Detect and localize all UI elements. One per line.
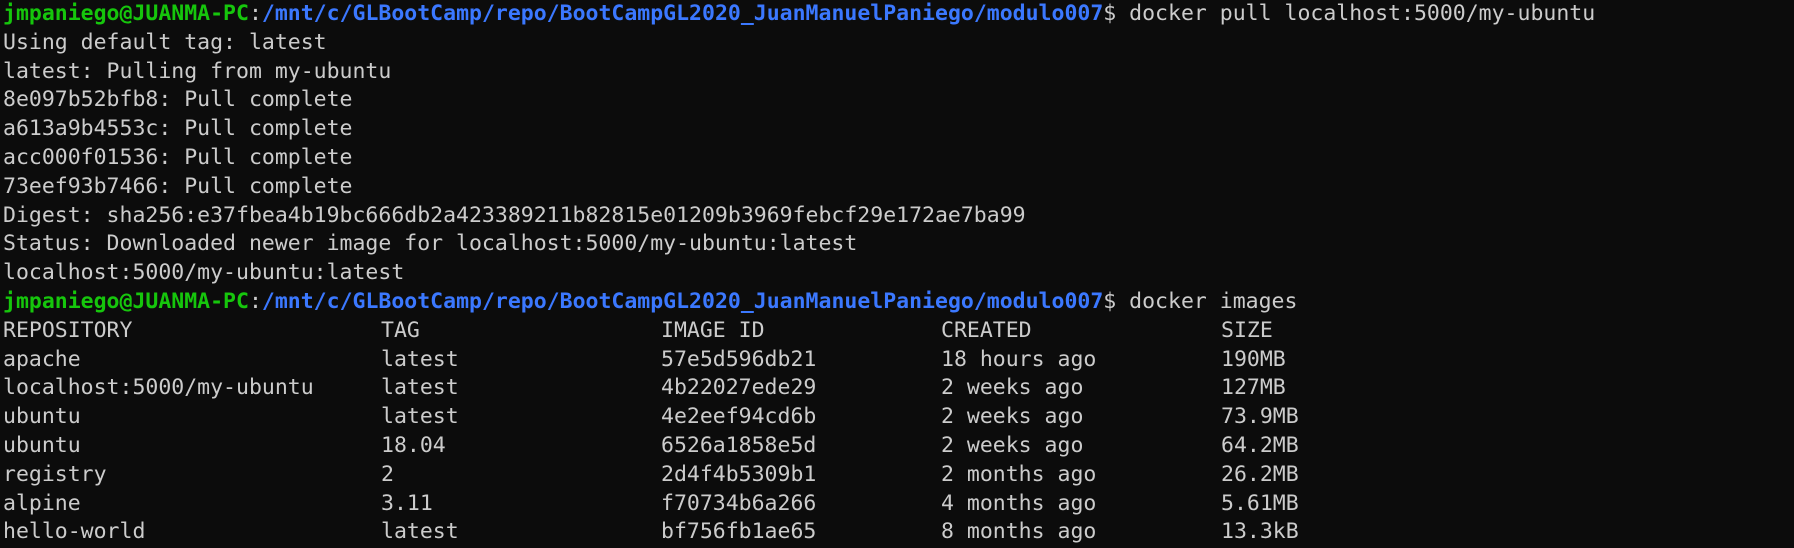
prompt-line: jmpaniego@JUANMA-PC:/mnt/c/GLBootCamp/re… xyxy=(3,288,1794,317)
cell-size: 5.61MB xyxy=(1221,490,1299,516)
images-table-header: REPOSITORY TAG IMAGE ID CREATED SIZE xyxy=(3,317,1794,346)
cell-repository: localhost:5000/my-ubuntu xyxy=(3,375,314,401)
cell-repository: ubuntu xyxy=(3,404,81,430)
table-row: hello-world latest bf756fb1ae65 8 months… xyxy=(3,518,1794,547)
header-size: SIZE xyxy=(1221,317,1273,343)
cell-created: 8 months ago xyxy=(941,519,1097,545)
header-created: CREATED xyxy=(941,317,1032,343)
header-tag: TAG xyxy=(381,317,420,343)
table-row: apache latest 57e5d596db21 18 hours ago … xyxy=(3,346,1794,375)
cell-tag: 2 xyxy=(381,461,394,487)
cell-tag: 3.11 xyxy=(381,490,433,516)
cell-created: 4 months ago xyxy=(941,490,1097,516)
table-row: ubuntu latest 4e2eef94cd6b 2 weeks ago 7… xyxy=(3,403,1794,432)
header-repository: REPOSITORY xyxy=(3,317,133,343)
prompt-user: jmpaniego@JUANMA-PC xyxy=(3,1,249,26)
cell-created: 18 hours ago xyxy=(941,346,1097,372)
output-line: acc000f01536: Pull complete xyxy=(3,144,353,170)
cell-image-id: bf756fb1ae65 xyxy=(661,519,817,545)
output-line: 73eef93b7466: Pull complete xyxy=(3,173,353,199)
table-row: alpine 3.11 f70734b6a266 4 months ago 5.… xyxy=(3,490,1794,519)
terminal-window[interactable]: jmpaniego@JUANMA-PC:/mnt/c/GLBootCamp/re… xyxy=(0,0,1794,548)
output-line: Using default tag: latest xyxy=(3,29,327,55)
prompt-path: /mnt/c/GLBootCamp/repo/BootCampGL2020_Ju… xyxy=(261,288,1104,314)
cell-size: 190MB xyxy=(1221,346,1286,372)
cell-image-id: 4b22027ede29 xyxy=(661,375,817,401)
cell-size: 73.9MB xyxy=(1221,404,1299,430)
output-line: Digest: sha256:e37fbea4b19bc666db2a42338… xyxy=(3,202,1026,228)
cell-tag: latest xyxy=(381,375,459,401)
command-text: docker pull localhost:5000/my-ubuntu xyxy=(1129,1,1596,26)
cell-tag: latest xyxy=(381,519,459,545)
output-line: Status: Downloaded newer image for local… xyxy=(3,231,858,257)
cell-size: 26.2MB xyxy=(1221,461,1299,487)
header-image-id: IMAGE ID xyxy=(661,317,765,343)
cell-image-id: f70734b6a266 xyxy=(661,490,817,516)
cell-tag: latest xyxy=(381,404,459,430)
prompt-symbol: $ xyxy=(1103,288,1130,314)
cell-size: 127MB xyxy=(1221,375,1286,401)
command-text: docker images xyxy=(1129,288,1298,314)
cell-repository: apache xyxy=(3,346,81,372)
cell-created: 2 weeks ago xyxy=(941,375,1084,401)
prompt-path: /mnt/c/GLBootCamp/repo/BootCampGL2020_Ju… xyxy=(261,1,1104,26)
table-row: localhost:5000/my-ubuntu latest 4b22027e… xyxy=(3,374,1794,403)
output-line: a613a9b4553c: Pull complete xyxy=(3,116,353,142)
prompt-separator: : xyxy=(248,288,262,314)
cell-size: 64.2MB xyxy=(1221,432,1299,458)
cell-image-id: 6526a1858e5d xyxy=(661,432,817,458)
cell-repository: ubuntu xyxy=(3,432,81,458)
output-line: localhost:5000/my-ubuntu:latest xyxy=(3,260,405,286)
cell-image-id: 4e2eef94cd6b xyxy=(661,404,817,430)
cell-image-id: 2d4f4b5309b1 xyxy=(661,461,817,487)
cell-repository: registry xyxy=(3,461,107,487)
prompt-separator: : xyxy=(248,1,262,26)
prompt-line: jmpaniego@JUANMA-PC:/mnt/c/GLBootCamp/re… xyxy=(3,0,1794,29)
cell-repository: hello-world xyxy=(3,519,146,545)
cell-tag: 18.04 xyxy=(381,432,446,458)
cell-tag: latest xyxy=(381,346,459,372)
table-row: registry 2 2d4f4b5309b1 2 months ago 26.… xyxy=(3,461,1794,490)
prompt-user: jmpaniego@JUANMA-PC xyxy=(3,288,249,314)
table-row: ubuntu 18.04 6526a1858e5d 2 weeks ago 64… xyxy=(3,432,1794,461)
cell-created: 2 weeks ago xyxy=(941,404,1084,430)
output-line: 8e097b52bfb8: Pull complete xyxy=(3,87,353,113)
output-line: latest: Pulling from my-ubuntu xyxy=(3,58,392,84)
cell-image-id: 57e5d596db21 xyxy=(661,346,817,372)
prompt-symbol: $ xyxy=(1103,1,1130,26)
cell-created: 2 months ago xyxy=(941,461,1097,487)
cell-repository: alpine xyxy=(3,490,81,516)
cell-created: 2 weeks ago xyxy=(941,432,1084,458)
cell-size: 13.3kB xyxy=(1221,519,1299,545)
